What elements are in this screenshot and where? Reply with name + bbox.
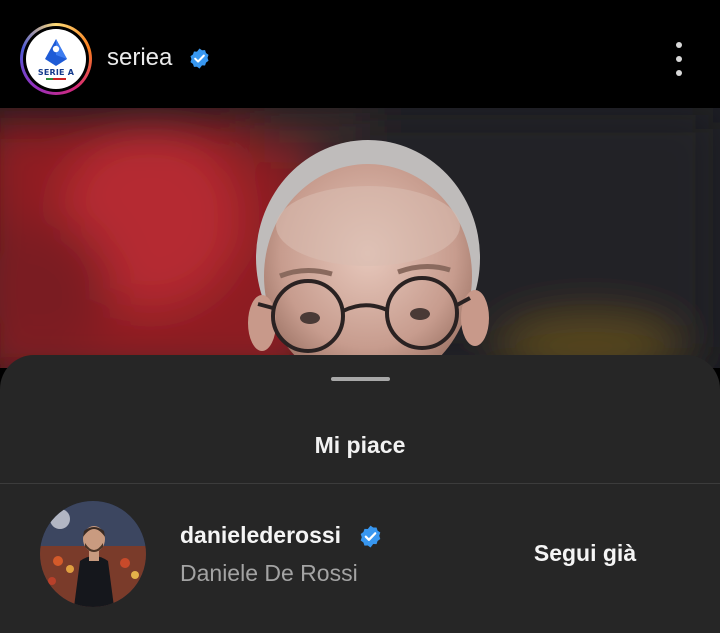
serie-a-logo-icon: SERIE A xyxy=(26,29,86,89)
liker-username[interactable]: danielederossi xyxy=(180,522,341,549)
post-photo[interactable] xyxy=(0,108,720,368)
post-header: SERIE A seriea xyxy=(0,0,720,108)
verified-badge-icon xyxy=(360,525,381,548)
instagram-post-screen: SERIE A seriea Mi piace danielederossi D… xyxy=(0,0,720,633)
sheet-drag-handle[interactable] xyxy=(331,377,390,381)
likes-sheet-title: Mi piace xyxy=(314,432,406,458)
following-button[interactable]: Segui già xyxy=(515,533,655,573)
logo-text: SERIE A xyxy=(37,68,75,77)
more-options-button[interactable] xyxy=(666,40,692,80)
liker-full-name: Daniele De Rossi xyxy=(180,560,358,586)
sheet-divider xyxy=(0,483,720,484)
more-vertical-icon xyxy=(676,42,682,48)
likes-bottom-sheet: Mi piace danielederossi Daniele De Rossi… xyxy=(0,355,720,633)
verified-badge-icon xyxy=(190,48,209,69)
account-username[interactable]: seriea xyxy=(107,43,172,73)
liker-avatar[interactable] xyxy=(40,501,146,607)
liker-list-item[interactable]: danielederossi Daniele De Rossi Segui gi… xyxy=(0,495,720,615)
account-avatar[interactable]: SERIE A xyxy=(20,23,92,95)
